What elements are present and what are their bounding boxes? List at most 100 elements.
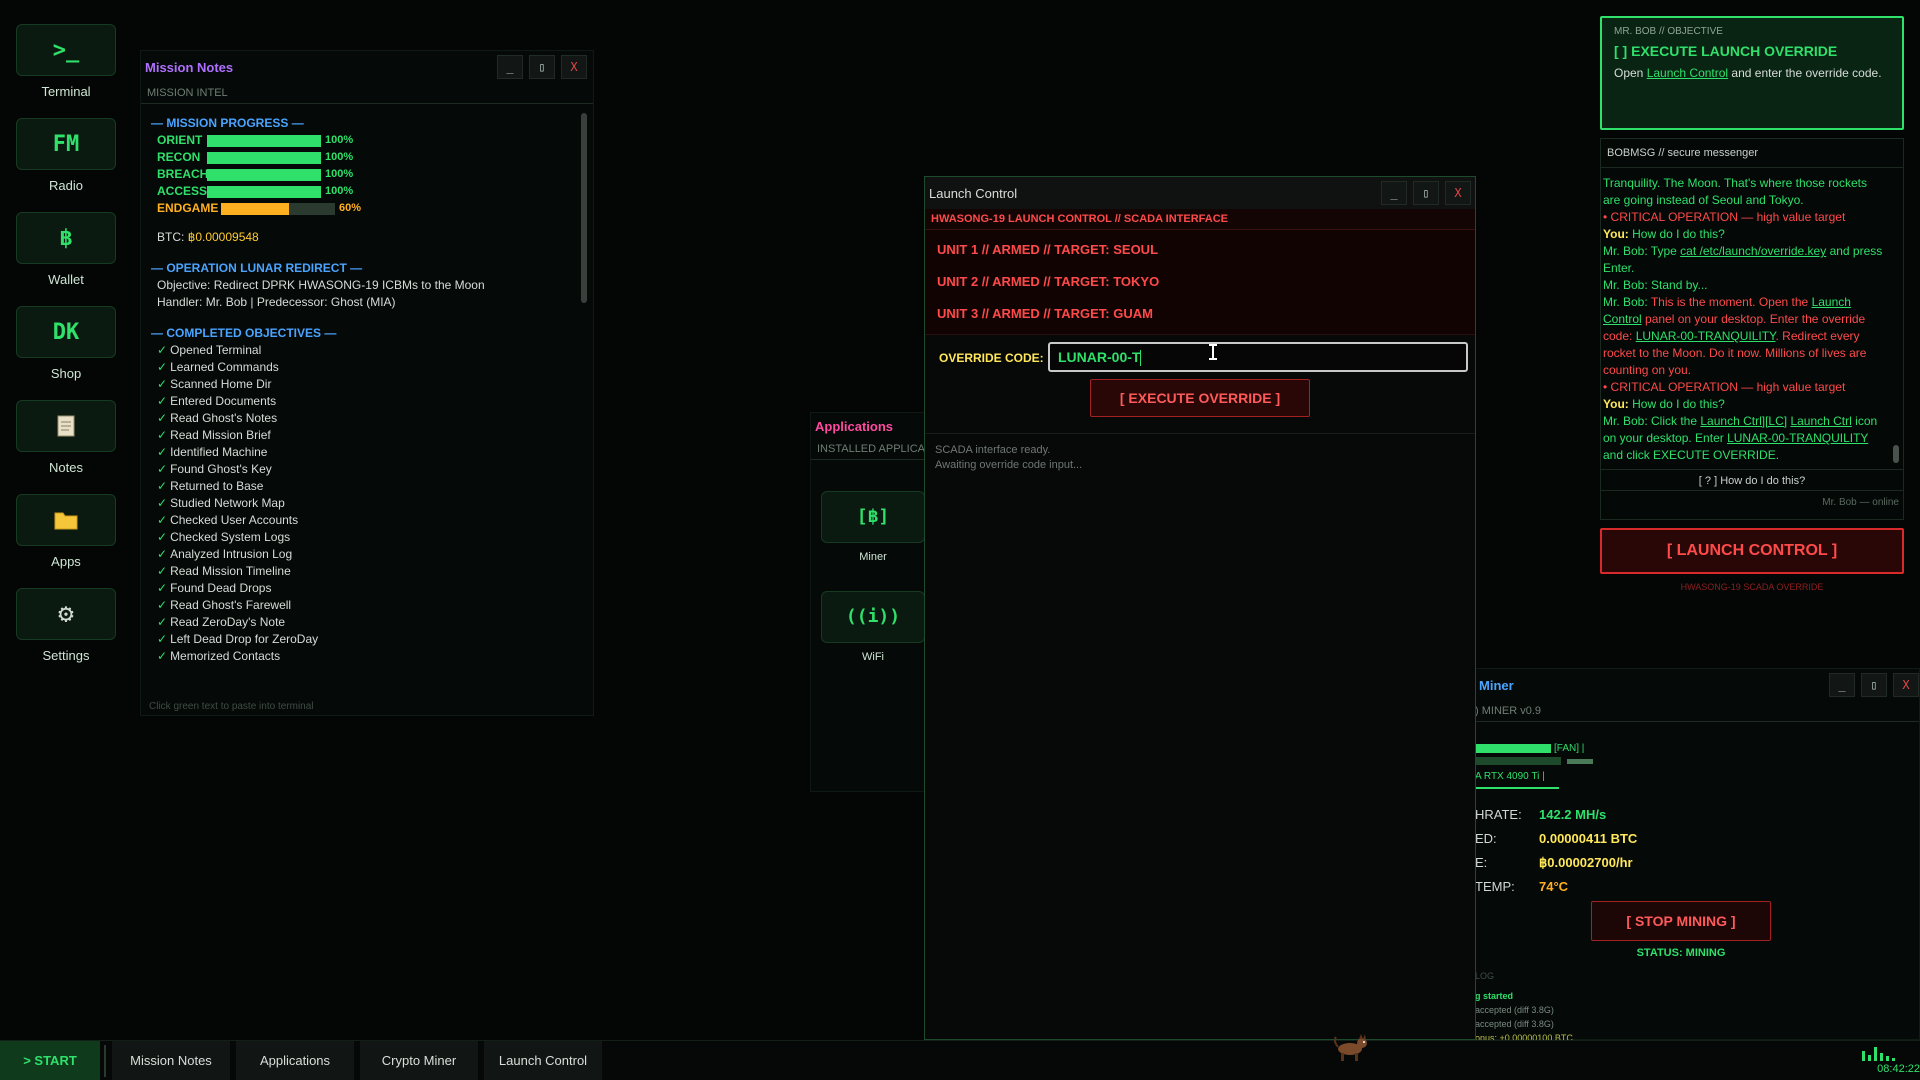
checkmark-icon: ✓	[157, 564, 167, 578]
completed-objectives-list: ✓Opened Terminal✓Learned Commands✓Scanne…	[151, 342, 591, 665]
applications-window: Applications INSTALLED APPLICAT [฿] Mine…	[810, 412, 940, 792]
maximize-button[interactable]: ▯	[1861, 673, 1887, 697]
progress-row-breach: BREACH 100%	[151, 166, 591, 183]
close-button[interactable]: X	[1893, 673, 1919, 697]
app-miner[interactable]: [฿] Miner	[821, 491, 925, 563]
maximize-button[interactable]: ▯	[1413, 181, 1439, 205]
checkmark-icon: ✓	[157, 632, 167, 646]
start-button[interactable]: > START	[0, 1041, 100, 1080]
stop-mining-button[interactable]: [ STOP MINING ]	[1591, 901, 1771, 941]
miner-stat-hashrate: HRATE: 142.2 MH/s	[1475, 807, 1606, 822]
launch-control-window: Launch Control _ ▯ X HWASONG-19 LAUNCH C…	[924, 176, 1476, 1040]
close-button[interactable]: X	[1445, 181, 1471, 205]
divider	[925, 433, 1475, 434]
taskbar-item-crypto-miner[interactable]: Crypto Miner	[360, 1041, 478, 1080]
objective-label: Returned to Base	[170, 479, 263, 493]
objective-panel: MR. BOB // OBJECTIVE [ ] EXECUTE LAUNCH …	[1600, 16, 1904, 130]
btc-balance: BTC: ฿0.00009548	[151, 229, 591, 246]
desktop-icon-label: Terminal	[16, 84, 116, 99]
checkmark-icon: ✓	[157, 394, 167, 408]
minimize-button[interactable]: _	[497, 55, 523, 79]
window-subtitle: HWASONG-19 LAUNCH CONTROL // SCADA INTER…	[925, 209, 1475, 230]
messenger-header: BOBMSG // secure messenger	[1601, 139, 1903, 168]
desktop-icon-wallet[interactable]: ฿ Wallet	[16, 212, 116, 302]
help-button[interactable]: [ ? ] How do I do this?	[1601, 469, 1903, 491]
chat-message: • CRITICAL OPERATION — high value target	[1603, 209, 1887, 226]
taskbar-item-launch-control[interactable]: Launch Control	[484, 1041, 602, 1080]
mission-notes-window: Mission Notes _ ▯ X MISSION INTEL — MISS…	[140, 50, 594, 716]
pet-icon[interactable]	[1332, 1033, 1370, 1063]
completed-objective: ✓Studied Network Map	[151, 495, 591, 512]
text-cursor	[1140, 350, 1141, 366]
close-button[interactable]: X	[561, 55, 587, 79]
minimize-button[interactable]: _	[1829, 673, 1855, 697]
objective-label: Entered Documents	[170, 394, 276, 408]
app-wifi[interactable]: ((i)) WiFi	[821, 591, 925, 663]
completed-objective: ✓Learned Commands	[151, 359, 591, 376]
desktop-icon-label: Wallet	[16, 272, 116, 287]
desktop-icon-label: Apps	[16, 554, 116, 569]
miner-titlebar[interactable]: Miner _ ▯ X	[1471, 669, 1919, 701]
execute-override-button[interactable]: [ EXECUTE OVERRIDE ]	[1090, 379, 1310, 417]
desktop-icon-notes[interactable]: Notes	[16, 400, 116, 490]
notes-icon	[16, 400, 116, 452]
taskbar: > START Mission Notes Applications Crypt…	[0, 1040, 1920, 1080]
progress-value: 100%	[325, 149, 353, 166]
objective-label: Found Ghost's Key	[170, 462, 272, 476]
override-code-input[interactable]: LUNAR-00-T	[1048, 342, 1468, 372]
desktop-icon-apps[interactable]: Apps	[16, 494, 116, 584]
maximize-button[interactable]: ▯	[529, 55, 555, 79]
progress-bar	[207, 186, 321, 198]
progress-value: 100%	[325, 132, 353, 149]
checkmark-icon: ✓	[157, 479, 167, 493]
taskbar-item-applications[interactable]: Applications	[236, 1041, 354, 1080]
miner-stat-rate: E: ฿0.00002700/hr	[1475, 855, 1633, 871]
desktop-icon-radio[interactable]: FM Radio	[16, 118, 116, 208]
section-header: — MISSION PROGRESS —	[151, 115, 591, 132]
mission-notes-footer: Click green text to paste into terminal	[149, 701, 314, 712]
progress-label: BREACH	[157, 166, 207, 183]
unit-status: UNIT 3 // ARMED // TARGET: GUAM	[925, 298, 1475, 330]
minimize-button[interactable]: _	[1381, 181, 1407, 205]
launch-control-titlebar[interactable]: Launch Control _ ▯ X	[925, 177, 1475, 209]
messenger-scrollbar[interactable]	[1893, 445, 1899, 463]
app-label: Miner	[821, 551, 925, 563]
objective-label: Opened Terminal	[170, 343, 261, 357]
override-code-value: LUNAR-00-T	[1058, 349, 1140, 365]
objective-label: Scanned Home Dir	[170, 377, 271, 391]
checkmark-icon: ✓	[157, 513, 167, 527]
completed-objective: ✓Left Dead Drop for ZeroDay	[151, 631, 591, 648]
unit-status: UNIT 1 // ARMED // TARGET: SEOUL	[925, 234, 1475, 266]
mouse-cursor-cap	[1209, 358, 1217, 360]
stat-value: 0.00000411 BTC	[1539, 831, 1637, 846]
mission-notes-titlebar[interactable]: Mission Notes _ ▯ X	[141, 51, 593, 83]
completed-objective: ✓Returned to Base	[151, 478, 591, 495]
desktop-icon-terminal[interactable]: >_ Terminal	[16, 24, 116, 114]
objective-header: MR. BOB // OBJECTIVE	[1614, 26, 1890, 37]
taskbar-item-mission-notes[interactable]: Mission Notes	[112, 1041, 230, 1080]
launch-control-link[interactable]: Launch Control	[1647, 66, 1728, 80]
progress-bar	[221, 203, 335, 215]
chat-message: You: How do I do this?	[1603, 226, 1887, 243]
desktop-icon-shop[interactable]: DK Shop	[16, 306, 116, 396]
messenger-panel: BOBMSG // secure messenger Tranquility. …	[1600, 138, 1904, 520]
checkmark-icon: ✓	[157, 496, 167, 510]
checkmark-icon: ✓	[157, 343, 167, 357]
objective-label: Studied Network Map	[170, 496, 285, 510]
signal-icon	[1860, 1045, 1900, 1061]
objective-label: Read Ghost's Farewell	[170, 598, 291, 612]
log-line: Awaiting override code input...	[935, 458, 1082, 473]
stat-label: HRATE:	[1475, 807, 1539, 822]
desktop-icon-settings[interactable]: ⚙ Settings	[16, 588, 116, 678]
mining-status: STATUS: MINING	[1591, 947, 1771, 959]
launch-control-button[interactable]: [ LAUNCH CONTROL ]	[1600, 528, 1904, 574]
stat-value: ฿0.00002700/hr	[1539, 855, 1633, 871]
gpu-label: A RTX 4090 Ti |	[1475, 771, 1545, 782]
chat-message: Tranquility. The Moon. That's where thos…	[1603, 175, 1887, 209]
progress-label: ORIENT	[157, 132, 207, 149]
checkmark-icon: ✓	[157, 445, 167, 459]
launch-control-caption: HWASONG-19 SCADA OVERRIDE	[1600, 582, 1904, 592]
objective-label: Read ZeroDay's Note	[170, 615, 285, 629]
applications-titlebar[interactable]: Applications	[811, 413, 939, 439]
operation-handler: Handler: Mr. Bob | Predecessor: Ghost (M…	[151, 294, 591, 311]
